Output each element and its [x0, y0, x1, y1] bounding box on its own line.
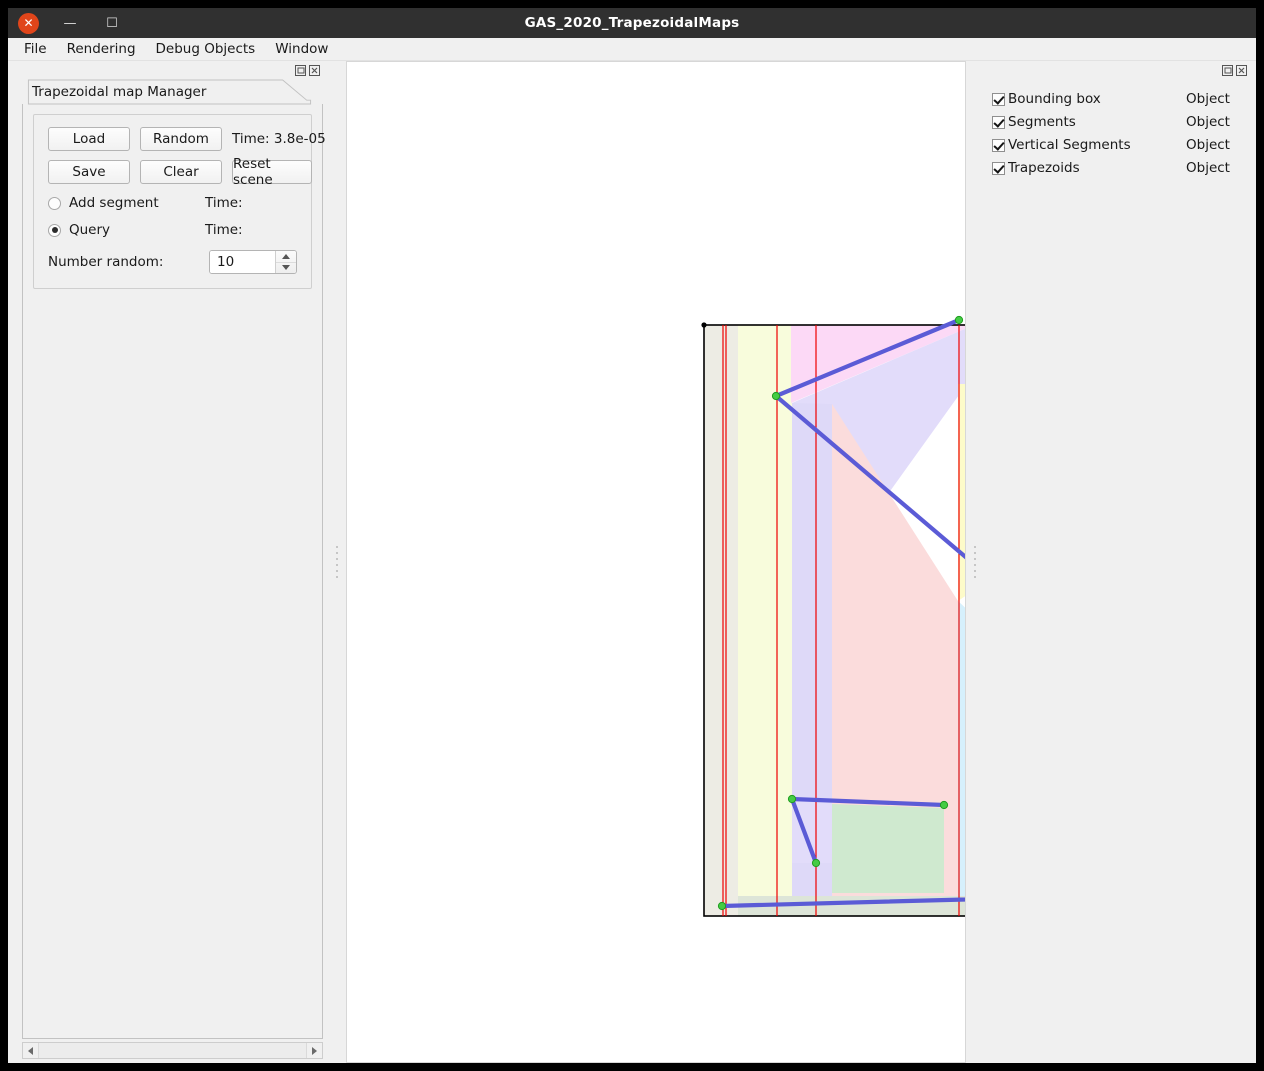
radio-query-label: Query [69, 222, 111, 238]
reset-scene-button[interactable]: Reset scene [232, 156, 312, 188]
float-icon[interactable] [295, 64, 306, 76]
checkbox-vertical-segments[interactable] [992, 138, 1005, 152]
menu-file[interactable]: File [15, 39, 56, 59]
trapezoidal-map-drawing [701, 315, 965, 917]
row-load-random: Load Random Time: 3.8e-05 [48, 127, 326, 151]
left-dock-header [22, 61, 323, 79]
number-random-stepper[interactable] [209, 250, 297, 274]
object-row-trapezoids[interactable]: Trapezoids Object [992, 160, 1246, 176]
object-label: Segments [1008, 114, 1076, 130]
left-dock-panel: Trapezoidal map Manager Load Random Time… [8, 61, 328, 1063]
save-button[interactable]: Save [48, 160, 130, 184]
bounding-box-corner [701, 322, 707, 328]
row-query: Query Time: [48, 222, 297, 238]
row-save-clear: Save Clear Reset scene [48, 156, 312, 188]
app-window: ✕ — ☐ GAS_2020_TrapezoidalMaps File Rend… [8, 8, 1256, 1063]
object-row-vertical-segments[interactable]: Vertical Segments Object [992, 137, 1246, 153]
object-list: Bounding box Object Segments Object Vert… [988, 79, 1250, 176]
float-icon[interactable] [1222, 64, 1233, 76]
load-button[interactable]: Load [48, 127, 130, 151]
number-random-label: Number random: [48, 254, 164, 270]
vertex-point [771, 391, 781, 401]
object-type: Object [1186, 114, 1230, 130]
object-label: Vertical Segments [1008, 137, 1131, 153]
spinner-buttons [275, 251, 296, 273]
main-body: Trapezoidal map Manager Load Random Time… [8, 61, 1256, 1063]
left-dock-horizontal-scrollbar[interactable] [22, 1042, 323, 1059]
close-icon[interactable] [309, 64, 320, 76]
left-splitter-handle[interactable] [328, 61, 346, 1063]
object-label: Trapezoids [1008, 160, 1080, 176]
vertex-point [939, 800, 949, 810]
add-segment-time-label: Time: [205, 195, 243, 211]
trapezoid-cell [738, 325, 792, 916]
maximize-window-button[interactable]: ☐ [101, 12, 123, 34]
controls-group: Load Random Time: 3.8e-05 Save Clear Res… [33, 114, 326, 289]
clear-button[interactable]: Clear [140, 160, 222, 184]
build-time-label: Time: 3.8e-05 [232, 131, 326, 147]
vertex-point [717, 901, 727, 911]
canvas-area [346, 61, 966, 1063]
spinner-down-button[interactable] [276, 263, 296, 274]
scroll-right-arrow-icon[interactable] [307, 1043, 322, 1058]
scroll-track[interactable] [38, 1043, 307, 1058]
close-icon[interactable] [1236, 64, 1247, 76]
vertex-point [787, 794, 797, 804]
close-window-button[interactable]: ✕ [18, 12, 39, 34]
row-add-segment: Add segment Time: [48, 195, 297, 211]
object-type: Object [1186, 137, 1230, 153]
vertex-point [954, 315, 964, 325]
minimize-window-button[interactable]: — [59, 12, 81, 34]
random-button[interactable]: Random [140, 127, 222, 151]
right-dock-header [988, 61, 1250, 79]
radio-add-segment-label: Add segment [69, 195, 159, 211]
tab-strip: Trapezoidal map Manager [22, 79, 323, 105]
spinner-up-button[interactable] [276, 251, 296, 263]
menu-bar: File Rendering Debug Objects Window [8, 38, 1256, 61]
scroll-left-arrow-icon[interactable] [23, 1043, 38, 1058]
scene-canvas[interactable] [346, 61, 966, 1063]
object-row-segments[interactable]: Segments Object [992, 114, 1246, 130]
menu-rendering[interactable]: Rendering [58, 39, 145, 59]
checkbox-segments[interactable] [992, 115, 1005, 129]
right-splitter-handle[interactable] [966, 61, 984, 1063]
window-controls: ✕ — ☐ [8, 12, 123, 34]
trapezoid-cell [832, 804, 944, 893]
object-label: Bounding box [1008, 91, 1101, 107]
object-row-bounding-box[interactable]: Bounding box Object [992, 91, 1246, 107]
menu-debug-objects[interactable]: Debug Objects [147, 39, 265, 59]
right-dock-panel: Bounding box Object Segments Object Vert… [984, 61, 1256, 1063]
row-number-random: Number random: [48, 250, 297, 274]
query-time-label: Time: [205, 222, 243, 238]
vertex-point [811, 858, 821, 868]
window-title: GAS_2020_TrapezoidalMaps [524, 15, 740, 31]
tab-panel: Load Random Time: 3.8e-05 Save Clear Res… [22, 104, 326, 1039]
checkbox-trapezoids[interactable] [992, 161, 1005, 175]
tab-label: Trapezoidal map Manager [32, 84, 207, 100]
object-type: Object [1186, 91, 1230, 107]
radio-add-segment[interactable] [48, 196, 61, 210]
checkbox-bounding-box[interactable] [992, 92, 1005, 106]
trapezoid-cell [704, 325, 738, 916]
menu-window[interactable]: Window [266, 39, 337, 59]
object-type: Object [1186, 160, 1230, 176]
title-bar: ✕ — ☐ GAS_2020_TrapezoidalMaps [8, 8, 1256, 38]
number-random-input[interactable] [210, 251, 275, 273]
radio-query[interactable] [48, 223, 61, 237]
